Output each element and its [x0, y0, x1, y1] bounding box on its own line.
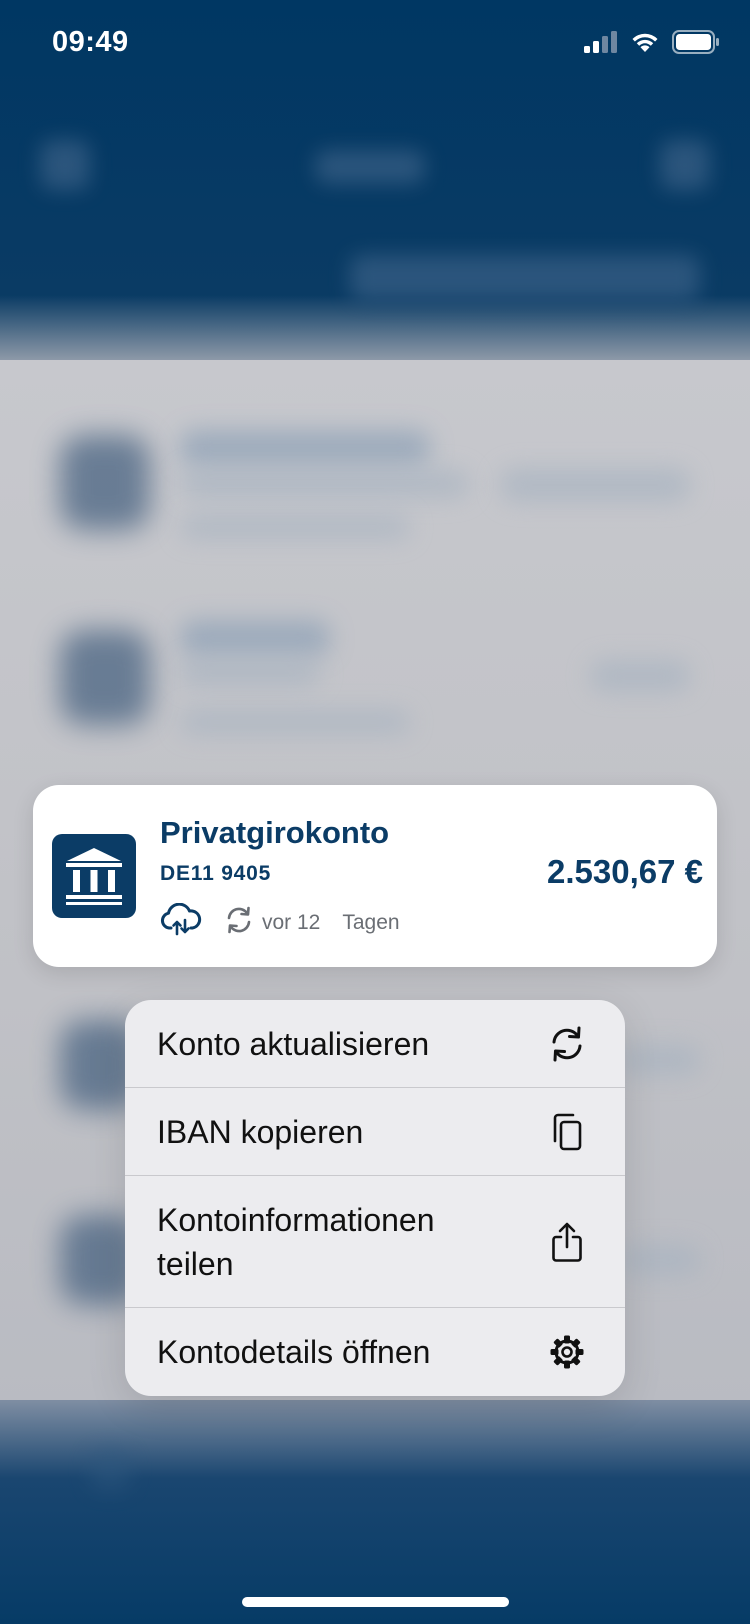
cloud-sync-icon — [160, 902, 202, 943]
refresh-icon — [545, 1022, 589, 1066]
gear-icon — [545, 1330, 589, 1374]
signal-icon — [584, 31, 618, 58]
blurred-account-subtitle — [180, 470, 470, 498]
blurred-account-meta — [180, 710, 410, 734]
status-time: 09:49 — [52, 26, 129, 58]
sync-age-unit: Tagen — [342, 911, 400, 934]
menu-item-share-account-info[interactable]: Kontoinformationen teilen — [125, 1176, 625, 1308]
account-card[interactable]: Privatgirokonto DE11 9405 2.530,67 € vor… — [33, 785, 717, 967]
blurred-tab-bar-background — [0, 1400, 750, 1624]
account-sync-status: vor 12 Tagen — [160, 902, 400, 943]
blurred-account-title — [180, 430, 430, 466]
sync-age-text: vor 12 — [262, 911, 321, 934]
blurred-account-amount — [620, 1245, 700, 1275]
menu-item-copy-iban[interactable]: IBAN kopieren — [125, 1088, 625, 1176]
share-icon — [545, 1220, 589, 1264]
blurred-account-amount — [590, 660, 690, 692]
blurred-account-title — [180, 620, 330, 656]
blurred-account-amount — [620, 1045, 700, 1075]
blurred-account-amount — [500, 468, 690, 502]
wifi-icon — [630, 31, 660, 58]
menu-item-label: Kontodetails öffnen — [157, 1334, 431, 1370]
battery-icon — [672, 30, 720, 59]
menu-item-label: Konto aktualisieren — [157, 1025, 430, 1062]
menu-item-label: Kontoinformationen teilen — [157, 1201, 435, 1282]
bank-icon — [52, 834, 136, 918]
blurred-nav-title — [315, 150, 425, 184]
menu-item-label: IBAN kopieren — [157, 1113, 364, 1150]
account-name: Privatgirokonto — [160, 815, 390, 850]
blurred-account-icon — [60, 630, 150, 725]
blurred-account-icon — [60, 435, 150, 530]
copy-icon — [545, 1110, 589, 1154]
blurred-nav-icon — [40, 140, 90, 190]
menu-item-refresh-account[interactable]: Konto aktualisieren — [125, 1000, 625, 1088]
blurred-account-meta — [180, 515, 410, 539]
context-menu: Konto aktualisieren IBAN kopieren Kontoi… — [125, 1000, 625, 1396]
blurred-total-balance — [350, 255, 700, 301]
menu-item-open-account-details[interactable]: Kontodetails öffnen — [125, 1308, 625, 1396]
account-iban: DE11 9405 — [160, 862, 272, 885]
status-bar: 09:49 — [0, 0, 750, 90]
blurred-account-subtitle — [180, 660, 320, 686]
refresh-icon — [224, 905, 254, 941]
blurred-nav-icon — [660, 140, 710, 190]
status-icons — [584, 30, 720, 59]
home-indicator[interactable] — [242, 1597, 509, 1607]
blurred-tab-icon — [90, 1450, 130, 1490]
account-balance: 2.530,67 € — [547, 853, 703, 890]
